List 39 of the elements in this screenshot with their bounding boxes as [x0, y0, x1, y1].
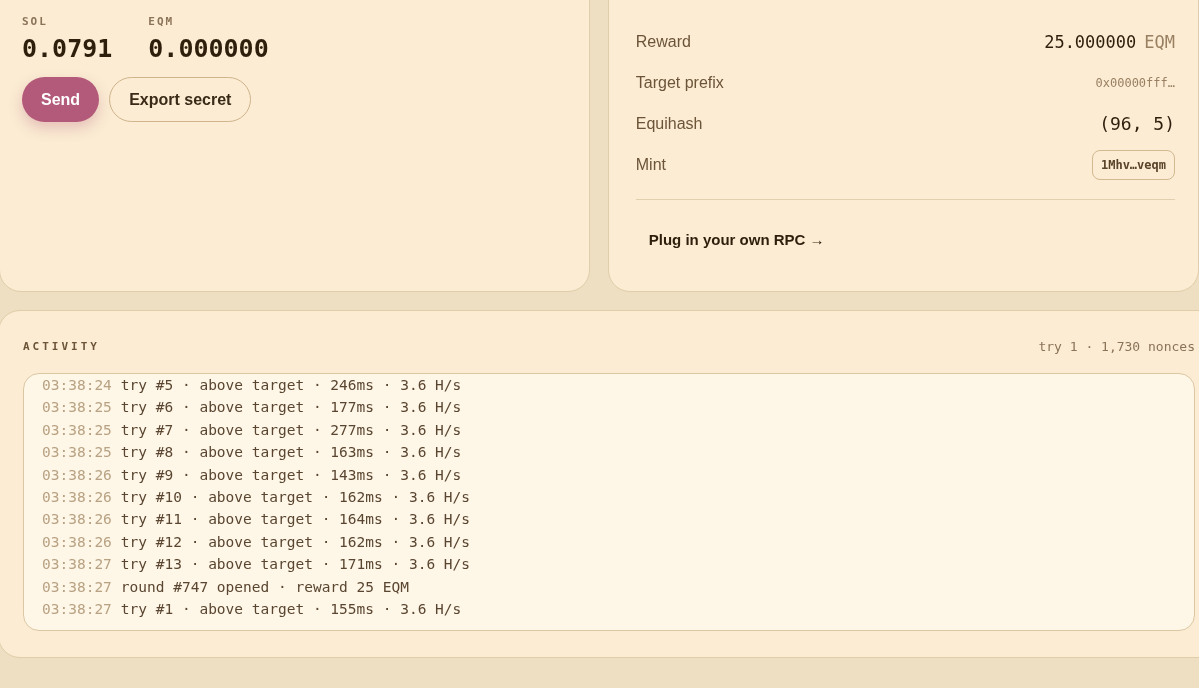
activity-summary: try 1 · 1,730 nonces	[1038, 339, 1195, 354]
log-message: try #11 · above target · 164ms · 3.6 H/s	[120, 510, 471, 530]
log-time: 03:38:27	[42, 600, 112, 620]
send-button[interactable]: Send	[22, 77, 100, 122]
log-message: try #9 · above target · 143ms · 3.6 H/s	[120, 465, 462, 485]
log-time: 03:38:24	[42, 376, 112, 395]
section-title: ACTIVITY	[23, 340, 100, 353]
balance-label: EQM	[148, 15, 176, 28]
balance-value: 0.0791	[22, 34, 113, 63]
log-time: 03:38:26	[42, 510, 112, 530]
info-label: Equihash	[635, 114, 703, 133]
info-label: Target prefix	[635, 73, 724, 92]
info-label: Reward	[635, 32, 691, 51]
log-time: 03:38:25	[42, 398, 112, 418]
log-message: round #747 opened · reward 25 EQM	[120, 577, 409, 597]
log-time: 03:38:27	[42, 555, 112, 575]
log-time: 03:38:27	[42, 577, 112, 597]
log-message: try #12 · above target · 162ms · 3.6 H/s	[120, 532, 471, 552]
log-time: 03:38:26	[42, 465, 112, 485]
log-message: try #8 · above target · 163ms · 3.6 H/s	[120, 443, 462, 463]
log-message: try #6 · above target · 177ms · 3.6 H/s	[120, 398, 462, 418]
balance-value: 0.000000	[148, 34, 269, 63]
log-message: try #7 · above target · 277ms · 3.6 H/s	[120, 420, 462, 440]
log-time: 03:38:25	[42, 443, 112, 463]
log-message: try #1 · above target · 155ms · 3.6 H/s	[120, 600, 462, 620]
info-label: Mint	[635, 155, 666, 174]
address-chip[interactable]: 1Mhv…veqm	[1091, 149, 1175, 180]
log-message: try #10 · above target · 162ms · 3.6 H/s	[120, 488, 471, 508]
log-time: 03:38:25	[42, 420, 112, 440]
unit-label: EQM	[1144, 31, 1175, 52]
log-message: try #13 · above target · 171ms · 3.6 H/s	[120, 555, 471, 575]
rpc-link[interactable]: Plug in your own RPC →	[648, 231, 825, 248]
log-message: try #5 · above target · 246ms · 3.6 H/s	[120, 376, 462, 395]
balance-label: SOL	[22, 15, 49, 28]
target-value: 0x00000fff…	[1095, 75, 1175, 90]
log-time: 03:38:26	[42, 488, 112, 508]
reward-amount: 25.000000	[1044, 31, 1137, 52]
log-time: 03:38:26	[42, 532, 112, 552]
equihash-value: (96, 5)	[1099, 113, 1175, 134]
